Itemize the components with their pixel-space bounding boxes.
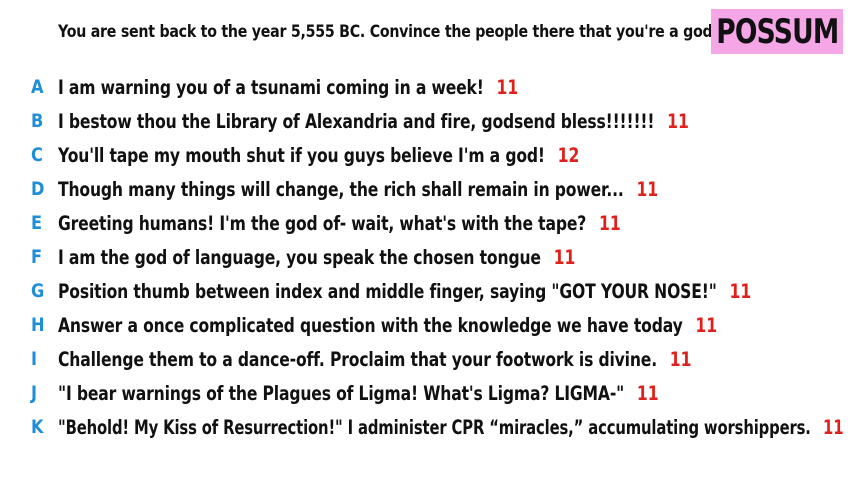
answer-score: 11 <box>729 279 752 303</box>
answer-score: 11 <box>669 347 692 371</box>
answer-letter: C <box>31 144 43 166</box>
possum-badge: POSSUM <box>711 9 843 54</box>
answer-text: I am warning you of a tsunami coming in … <box>58 75 484 99</box>
answer-score: 12 <box>557 143 580 167</box>
answer-letter: J <box>31 382 38 404</box>
answer-letter: A <box>31 76 44 98</box>
answer-letter: D <box>31 178 45 200</box>
answer-score: 11 <box>496 75 519 99</box>
answer-text: Greeting humans! I'm the god of- wait, w… <box>58 211 587 235</box>
answer-letter: G <box>31 280 45 302</box>
answer-score: 11 <box>667 109 689 133</box>
answer-letter: E <box>31 212 43 234</box>
answer-text: Challenge them to a dance-off. Proclaim … <box>58 347 657 371</box>
answer-score: 11 <box>822 415 844 439</box>
answer-score: 11 <box>598 211 621 235</box>
answer-letter: B <box>31 110 44 132</box>
answer-letter: I <box>31 348 38 370</box>
answer-text: Though many things will change, the rich… <box>58 177 624 201</box>
answer-letter: H <box>31 314 45 336</box>
answer-letter: K <box>31 416 44 438</box>
badge-label: POSSUM <box>715 11 839 52</box>
answer-score: 11 <box>553 245 576 269</box>
answer-text: "I bear warnings of the Plagues of Ligma… <box>58 381 625 405</box>
answer-text: "Behold! My Kiss of Resurrection!" I adm… <box>58 415 811 439</box>
answer-score: 11 <box>636 381 659 405</box>
answer-text: I am the god of language, you speak the … <box>58 245 541 269</box>
answer-score: 11 <box>636 177 659 201</box>
answer-letter: F <box>31 246 43 268</box>
answer-text: Answer a once complicated question with … <box>58 313 683 337</box>
answer-score: 11 <box>695 313 718 337</box>
prompt-text: You are sent back to the year 5,555 BC. … <box>58 22 718 41</box>
answer-text: You'll tape my mouth shut if you guys be… <box>58 143 545 167</box>
answer-text: Position thumb between index and middle … <box>58 279 717 303</box>
answer-text: I bestow thou the Library of Alexandria … <box>58 109 655 133</box>
